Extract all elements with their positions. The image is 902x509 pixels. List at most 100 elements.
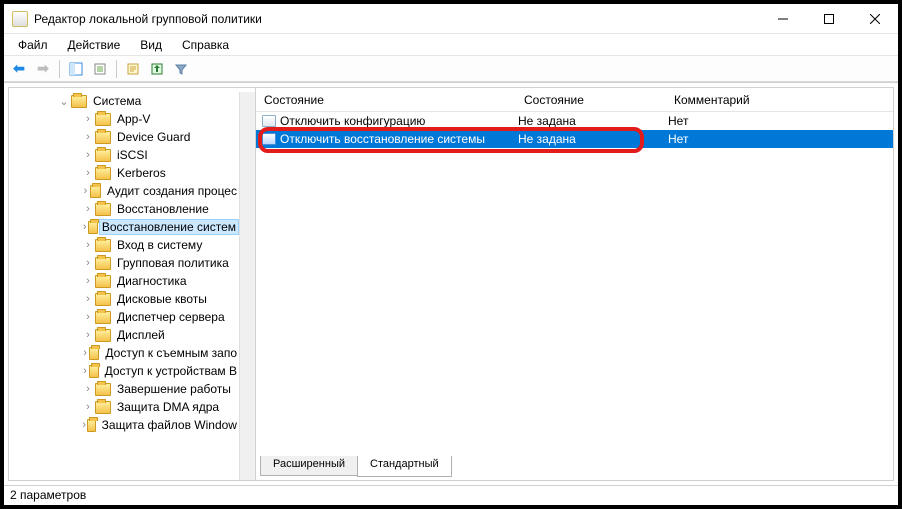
toolbar-separator <box>59 60 60 78</box>
expand-icon[interactable]: › <box>81 167 95 179</box>
maximize-button[interactable] <box>806 4 852 33</box>
details-pane: Состояние Состояние Комментарий Отключит… <box>256 87 894 481</box>
folder-icon <box>95 113 111 126</box>
col-setting[interactable]: Состояние <box>256 89 516 111</box>
setting-state: Не задана <box>516 132 666 146</box>
tree-item[interactable]: › Kerberos <box>9 164 239 182</box>
expand-icon[interactable]: › <box>81 329 95 341</box>
tab-standard[interactable]: Стандартный <box>357 456 452 477</box>
minimize-button[interactable] <box>760 4 806 33</box>
forward-button[interactable]: ➡ <box>32 58 54 80</box>
folder-icon <box>95 311 111 324</box>
tree-item[interactable]: ›iSCSI <box>9 146 239 164</box>
tree-label: Диспетчер сервера <box>115 310 227 324</box>
expand-icon[interactable]: › <box>81 383 95 395</box>
expand-icon[interactable]: › <box>81 149 95 161</box>
expand-icon[interactable]: › <box>81 311 95 323</box>
folder-icon <box>95 167 111 180</box>
view-tabs: Расширенный Стандартный <box>256 456 893 480</box>
tree-item[interactable]: › Доступ к устройствам B <box>9 362 239 380</box>
folder-icon <box>88 221 97 234</box>
expand-icon[interactable]: › <box>81 401 95 413</box>
folder-icon <box>95 257 111 270</box>
tree-label: App-V <box>115 112 152 126</box>
expand-icon[interactable]: › <box>81 203 95 215</box>
setting-state: Не задана <box>516 114 666 128</box>
close-button[interactable] <box>852 4 898 33</box>
folder-icon <box>87 419 95 432</box>
folder-icon <box>95 401 111 414</box>
tree-item[interactable]: ›Групповая политика <box>9 254 239 272</box>
folder-icon <box>95 293 111 306</box>
properties-button[interactable] <box>122 58 144 80</box>
tree-label: Вход в систему <box>115 238 204 252</box>
menu-action[interactable]: Действие <box>60 36 129 54</box>
settings-row[interactable]: Отключить восстановление системы Не задан… <box>256 130 893 148</box>
expand-icon[interactable]: › <box>81 221 88 233</box>
window-title: Редактор локальной групповой политики <box>34 12 760 26</box>
tree-item[interactable]: › Диспетчер сервера <box>9 308 239 326</box>
status-text: 2 параметров <box>10 488 86 502</box>
details-wrap: Состояние Состояние Комментарий Отключит… <box>256 87 894 481</box>
expand-icon[interactable]: › <box>81 347 89 359</box>
tree-item[interactable]: › Восстановление систем <box>9 218 239 236</box>
tab-extended[interactable]: Расширенный <box>260 456 358 476</box>
tree-pane: ⌄ Система ›App-V›Device Guard›iSCSI›Kerb… <box>8 87 256 481</box>
expand-icon[interactable]: › <box>81 257 95 269</box>
tree-label: Аудит создания процес <box>105 184 239 198</box>
col-comment[interactable]: Комментарий <box>666 89 893 111</box>
tree-label: Device Guard <box>115 130 192 144</box>
tree-item[interactable]: › Доступ к съемным запо <box>9 344 239 362</box>
setting-name: Отключить восстановление системы <box>280 132 485 146</box>
menu-help[interactable]: Справка <box>174 36 237 54</box>
filter-button[interactable] <box>170 58 192 80</box>
policy-icon <box>262 133 276 145</box>
app-window: Редактор локальной групповой политики Фа… <box>0 0 902 509</box>
expand-icon[interactable]: › <box>81 131 95 143</box>
tree-item[interactable]: ›Защита файлов Window <box>9 416 239 434</box>
expand-icon[interactable]: › <box>81 365 89 377</box>
back-button[interactable]: ⬅ <box>8 58 30 80</box>
expand-icon[interactable]: › <box>81 113 95 125</box>
body: ⌄ Система ›App-V›Device Guard›iSCSI›Kerb… <box>4 82 898 485</box>
expand-icon[interactable]: › <box>81 275 95 287</box>
folder-icon <box>95 131 111 144</box>
tree-scrollbar[interactable] <box>239 92 255 480</box>
tree[interactable]: ⌄ Система ›App-V›Device Guard›iSCSI›Kerb… <box>9 92 239 480</box>
tree-label: Восстановление систем <box>99 219 239 235</box>
col-state[interactable]: Состояние <box>516 89 666 111</box>
folder-icon <box>95 149 111 162</box>
tree-label: Диагностика <box>115 274 189 288</box>
tree-item[interactable]: › Диагностика <box>9 272 239 290</box>
tree-root[interactable]: ⌄ Система <box>9 92 239 110</box>
tree-label: Дисковые квоты <box>115 292 209 306</box>
show-tree-button[interactable] <box>65 58 87 80</box>
folder-icon <box>95 275 111 288</box>
toolbar: ⬅ ➡ <box>4 56 898 82</box>
tree-item[interactable]: › Аудит создания процес <box>9 182 239 200</box>
tree-label: Доступ к съемным запо <box>103 346 239 360</box>
tree-label: Kerberos <box>115 166 168 180</box>
menu-file[interactable]: Файл <box>10 36 56 54</box>
collapse-icon[interactable]: ⌄ <box>57 95 71 108</box>
menu-view[interactable]: Вид <box>132 36 170 54</box>
tree-label: Доступ к устройствам B <box>103 364 239 378</box>
settings-row[interactable]: Отключить конфигурациюНе заданаНет <box>256 112 893 130</box>
export-list-button[interactable] <box>89 58 111 80</box>
tree-label: Восстановление <box>115 202 211 216</box>
tree-item[interactable]: › Завершение работы <box>9 380 239 398</box>
tree-item[interactable]: ›Дисплей <box>9 326 239 344</box>
tree-item[interactable]: › Вход в систему <box>9 236 239 254</box>
tree-item[interactable]: › Device Guard <box>9 128 239 146</box>
tree-item[interactable]: ›Защита DMA ядра <box>9 398 239 416</box>
expand-icon[interactable]: › <box>81 239 95 251</box>
folder-icon <box>89 347 99 360</box>
tree-item[interactable]: › Восстановление <box>9 200 239 218</box>
expand-icon[interactable]: › <box>81 185 90 197</box>
folder-icon <box>95 239 111 252</box>
expand-icon[interactable]: › <box>81 293 95 305</box>
tree-item[interactable]: › Дисковые квоты <box>9 290 239 308</box>
tree-label: Завершение работы <box>115 382 233 396</box>
tree-item[interactable]: › App-V <box>9 110 239 128</box>
refresh-button[interactable] <box>146 58 168 80</box>
